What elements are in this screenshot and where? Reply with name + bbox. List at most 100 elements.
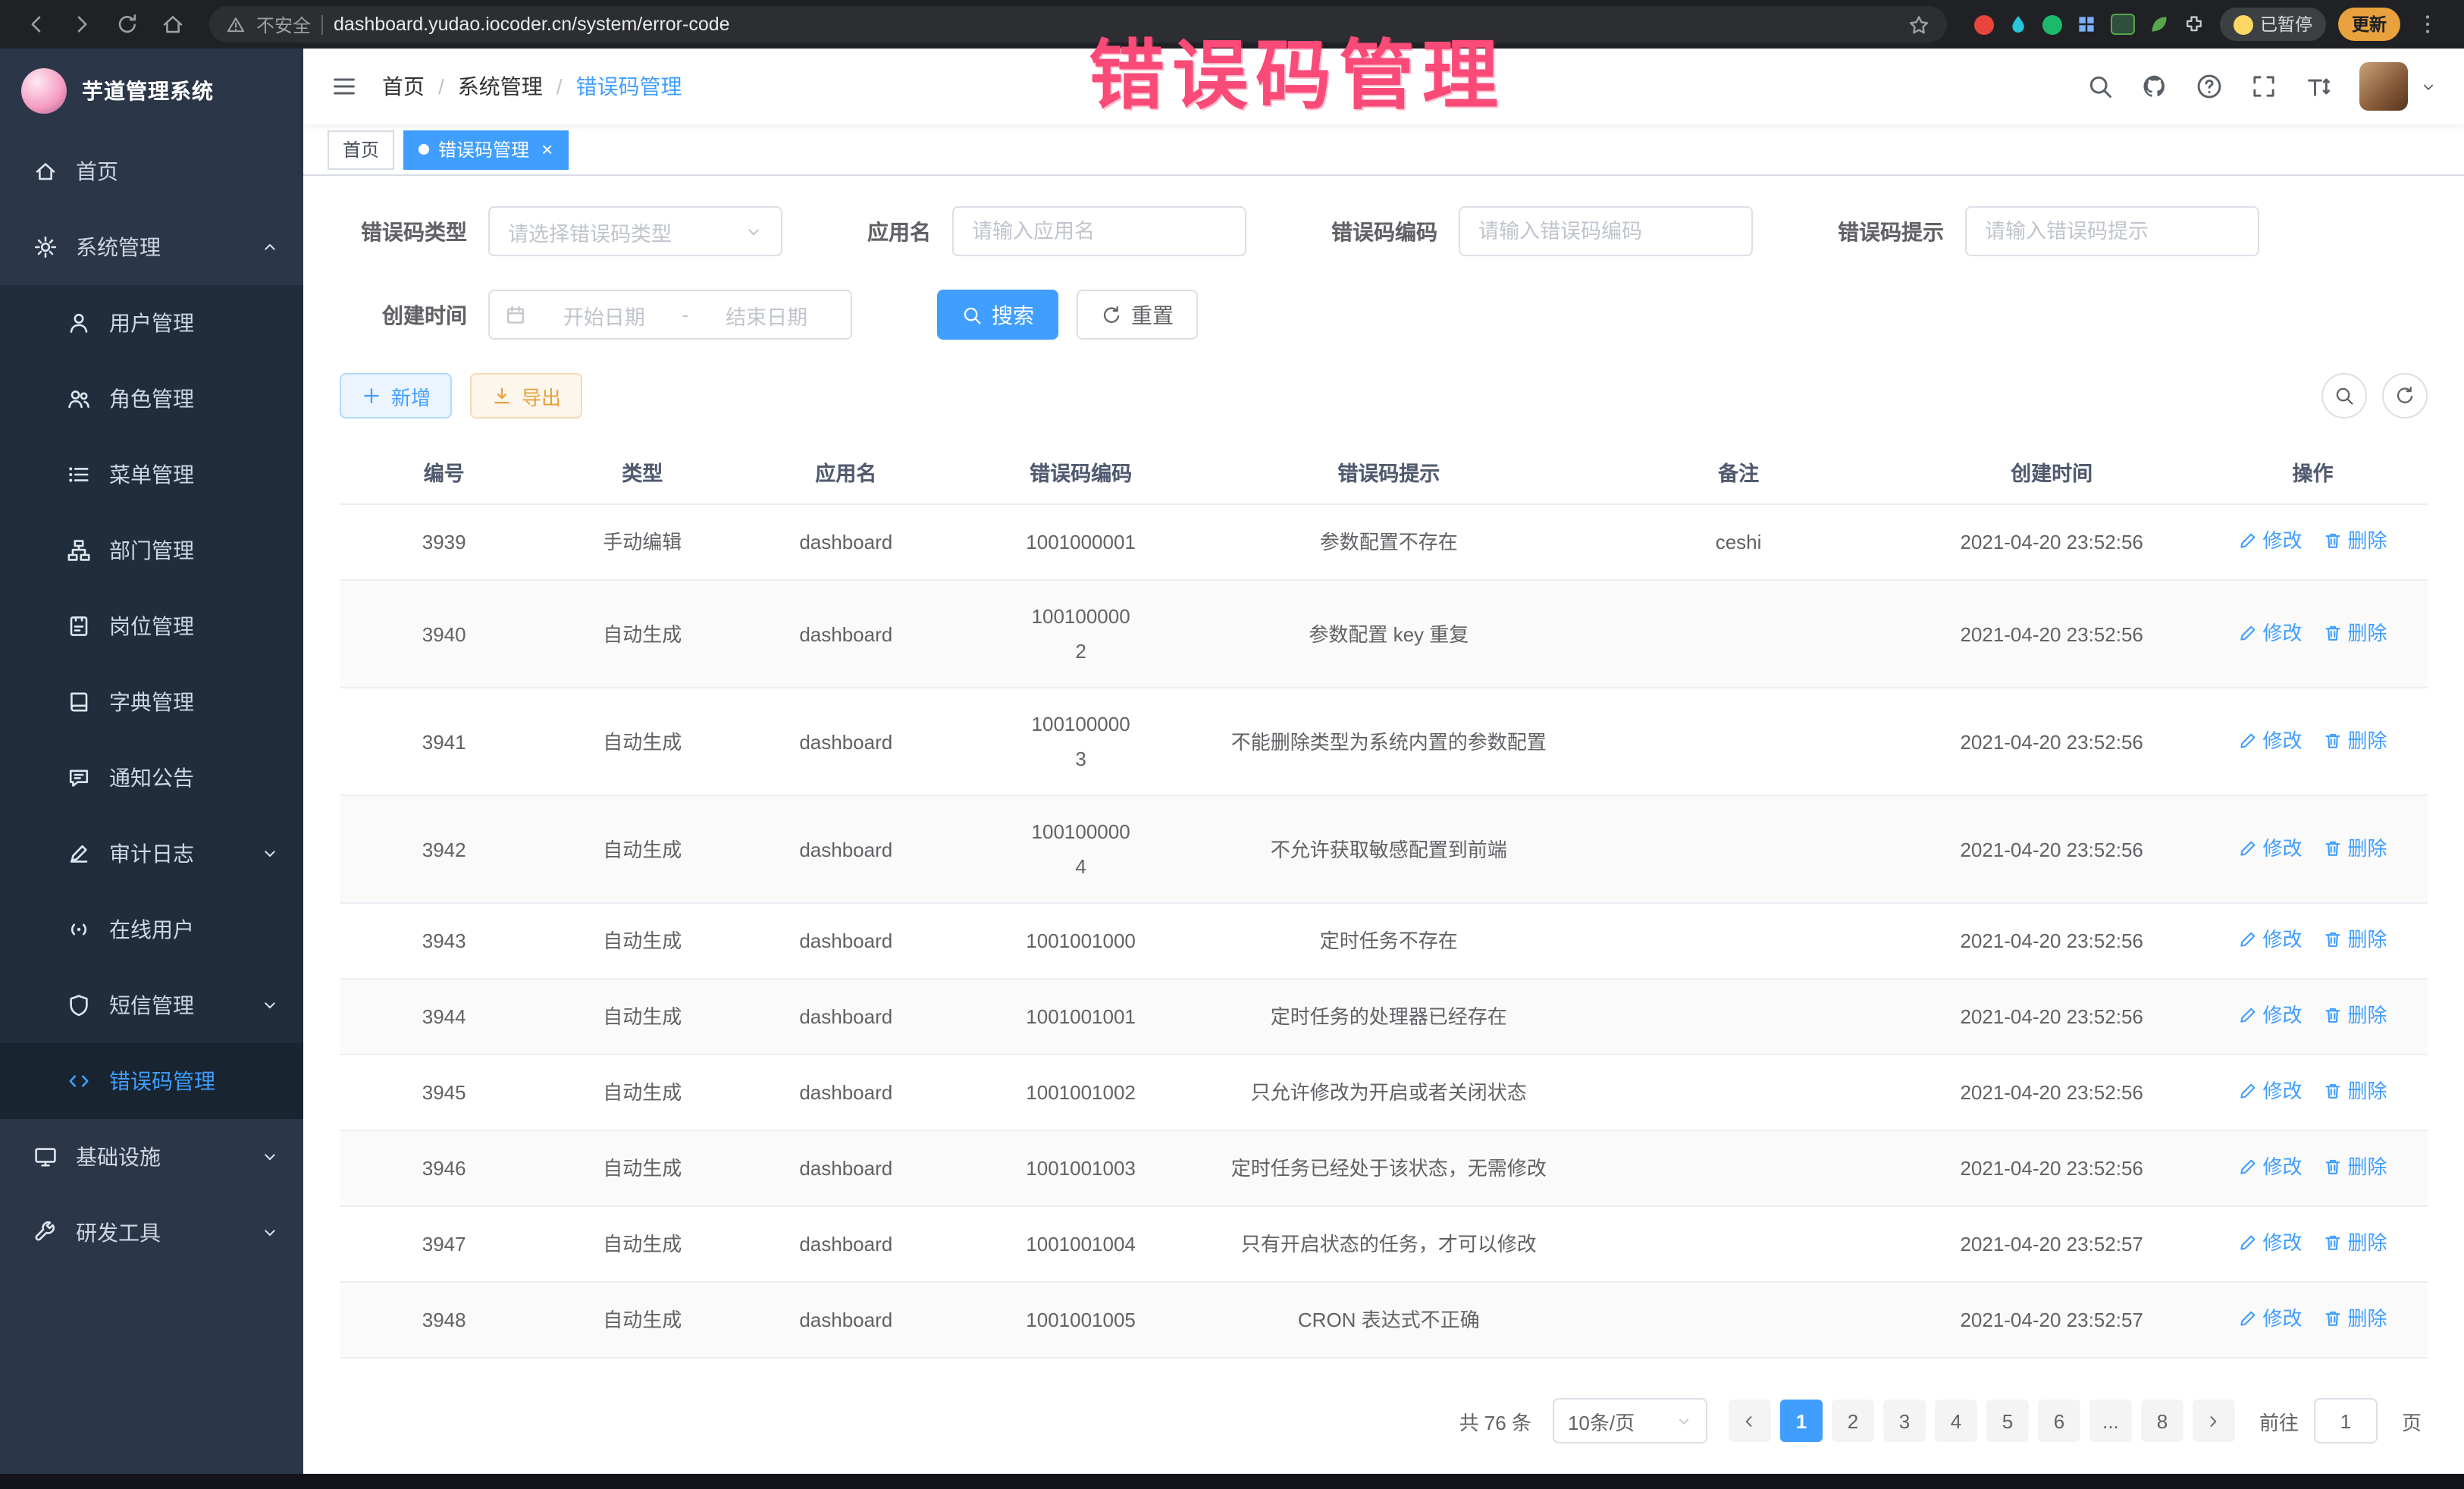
sidebar-item-dict-management[interactable]: 字典管理 [0, 664, 303, 740]
hamburger-icon[interactable] [331, 73, 358, 100]
more-pages-button[interactable]: ... [2089, 1400, 2132, 1442]
breadcrumb-item[interactable]: 首页 [382, 71, 425, 102]
refresh-table-button[interactable] [2382, 373, 2428, 418]
delete-link[interactable]: 删除 [2323, 615, 2387, 650]
avatar-caret-icon[interactable] [2420, 78, 2437, 95]
delete-link[interactable]: 删除 [2323, 723, 2387, 757]
trash-icon [2323, 730, 2343, 750]
delete-link[interactable]: 删除 [2323, 998, 2387, 1033]
forward-icon[interactable] [70, 12, 94, 36]
reset-button[interactable]: 重置 [1077, 290, 1198, 340]
delete-link[interactable]: 删除 [2323, 830, 2387, 865]
sidebar-item-system-management[interactable]: 系统管理 [0, 209, 303, 285]
page-button-1[interactable]: 1 [1780, 1400, 1823, 1442]
extensions-puzzle-icon[interactable] [2183, 14, 2204, 35]
sidebar-item-error-code-management[interactable]: 错误码管理 [0, 1043, 303, 1119]
edit-link[interactable]: 修改 [2238, 723, 2302, 757]
browser-home-icon[interactable] [161, 12, 185, 36]
extension-red-icon[interactable] [1973, 14, 1993, 34]
logo[interactable]: 芋道管理系统 [0, 49, 303, 133]
delete-link[interactable]: 删除 [2323, 1149, 2387, 1184]
trash-icon [2323, 531, 2343, 550]
sidebar-item-post-management[interactable]: 岗位管理 [0, 588, 303, 664]
tab-home[interactable]: 首页 [328, 130, 394, 169]
sidebar-item-online-users[interactable]: 在线用户 [0, 892, 303, 967]
prev-page-button[interactable] [1729, 1400, 1771, 1442]
reload-icon[interactable] [115, 12, 140, 36]
sidebar-item-home[interactable]: 首页 [0, 133, 303, 209]
extension-leaf-icon[interactable] [2148, 14, 2169, 35]
delete-link[interactable]: 删除 [2323, 1225, 2387, 1260]
page-button-8[interactable]: 8 [2141, 1400, 2183, 1442]
next-page-button[interactable] [2193, 1400, 2235, 1442]
page-button-3[interactable]: 3 [1883, 1400, 1926, 1442]
sidebar-item-infrastructure[interactable]: 基础设施 [0, 1119, 303, 1195]
sidebar-item-audit-log[interactable]: 审计日志 [0, 816, 303, 892]
extension-green-icon[interactable] [2042, 14, 2061, 34]
sidebar-item-notice[interactable]: 通知公告 [0, 740, 303, 816]
delete-link[interactable]: 删除 [2323, 523, 2387, 558]
user-icon [67, 311, 91, 335]
close-icon[interactable]: × [541, 139, 553, 159]
edit-link[interactable]: 修改 [2238, 998, 2302, 1033]
address-bar[interactable]: 不安全 dashboard.yudao.iocoder.cn/system/er… [209, 6, 1946, 42]
back-icon[interactable] [24, 12, 49, 36]
sidebar-item-label: 岗位管理 [109, 611, 194, 641]
sidebar-item-user-management[interactable]: 用户管理 [0, 285, 303, 361]
user-avatar[interactable] [2359, 62, 2408, 111]
browser-menu-icon[interactable] [2415, 12, 2440, 36]
edit-link[interactable]: 修改 [2238, 1149, 2302, 1184]
sidebar-item-dept-management[interactable]: 部门管理 [0, 513, 303, 588]
export-button[interactable]: 导出 [470, 373, 582, 418]
toggle-search-button[interactable] [2321, 373, 2367, 418]
sidebar-item-dev-tools[interactable]: 研发工具 [0, 1195, 303, 1271]
refresh-icon [2394, 385, 2415, 406]
cell-code: 1001000001 [955, 504, 1205, 580]
delete-link[interactable]: 删除 [2323, 922, 2387, 957]
help-icon[interactable] [2196, 73, 2223, 100]
page-button-2[interactable]: 2 [1832, 1400, 1874, 1442]
edit-link[interactable]: 修改 [2238, 1074, 2302, 1108]
extension-proxy-icon[interactable] [2110, 14, 2134, 35]
download-icon [491, 385, 513, 406]
add-button[interactable]: 新增 [340, 373, 452, 418]
error-type-select[interactable]: 请选择错误码类型 [488, 206, 782, 256]
edit-link[interactable]: 修改 [2238, 1225, 2302, 1260]
fullscreen-icon[interactable] [2250, 73, 2277, 100]
header-search-icon[interactable] [2086, 73, 2114, 100]
page-size-select[interactable]: 10条/页 [1553, 1398, 1707, 1444]
error-code-input[interactable] [1459, 206, 1753, 256]
sidebar-item-sms-management[interactable]: 短信管理 [0, 967, 303, 1043]
edit-link[interactable]: 修改 [2238, 830, 2302, 865]
github-icon[interactable] [2141, 73, 2168, 100]
font-size-icon[interactable] [2305, 73, 2332, 100]
paused-badge[interactable]: 已暂停 [2219, 8, 2326, 41]
delete-link[interactable]: 删除 [2323, 1074, 2387, 1108]
page-button-6[interactable]: 6 [2038, 1400, 2080, 1442]
edit-link[interactable]: 修改 [2238, 523, 2302, 558]
extension-drop-icon[interactable] [2007, 14, 2028, 35]
create-time-range[interactable]: 开始日期 - 结束日期 [488, 290, 852, 340]
error-hint-input[interactable] [1965, 206, 2259, 256]
edit-link[interactable]: 修改 [2238, 1301, 2302, 1336]
edit-link[interactable]: 修改 [2238, 922, 2302, 957]
goto-page-input[interactable] [2314, 1398, 2378, 1444]
sidebar-item-menu-management[interactable]: 菜单管理 [0, 437, 303, 513]
extension-grid-icon[interactable] [2075, 14, 2096, 35]
update-button[interactable]: 更新 [2338, 8, 2400, 41]
bookmark-star-icon[interactable] [1907, 13, 1930, 36]
search-button[interactable]: 搜索 [937, 290, 1058, 340]
tab-error-code-management[interactable]: 错误码管理× [403, 130, 568, 169]
edit-link[interactable]: 修改 [2238, 615, 2302, 650]
app-name-input[interactable] [952, 206, 1246, 256]
cell-memo [1572, 1282, 1906, 1358]
breadcrumb-item[interactable]: 系统管理 [458, 71, 543, 102]
delete-link[interactable]: 删除 [2323, 1301, 2387, 1336]
table-tools [2321, 373, 2428, 418]
cell-code: 1001000004 [955, 795, 1205, 903]
page-button-4[interactable]: 4 [1935, 1400, 1977, 1442]
page-button-5[interactable]: 5 [1986, 1400, 2029, 1442]
goto-suffix: 页 [2402, 1406, 2422, 1435]
chevron-down-icon [261, 996, 279, 1014]
sidebar-item-role-management[interactable]: 角色管理 [0, 361, 303, 437]
